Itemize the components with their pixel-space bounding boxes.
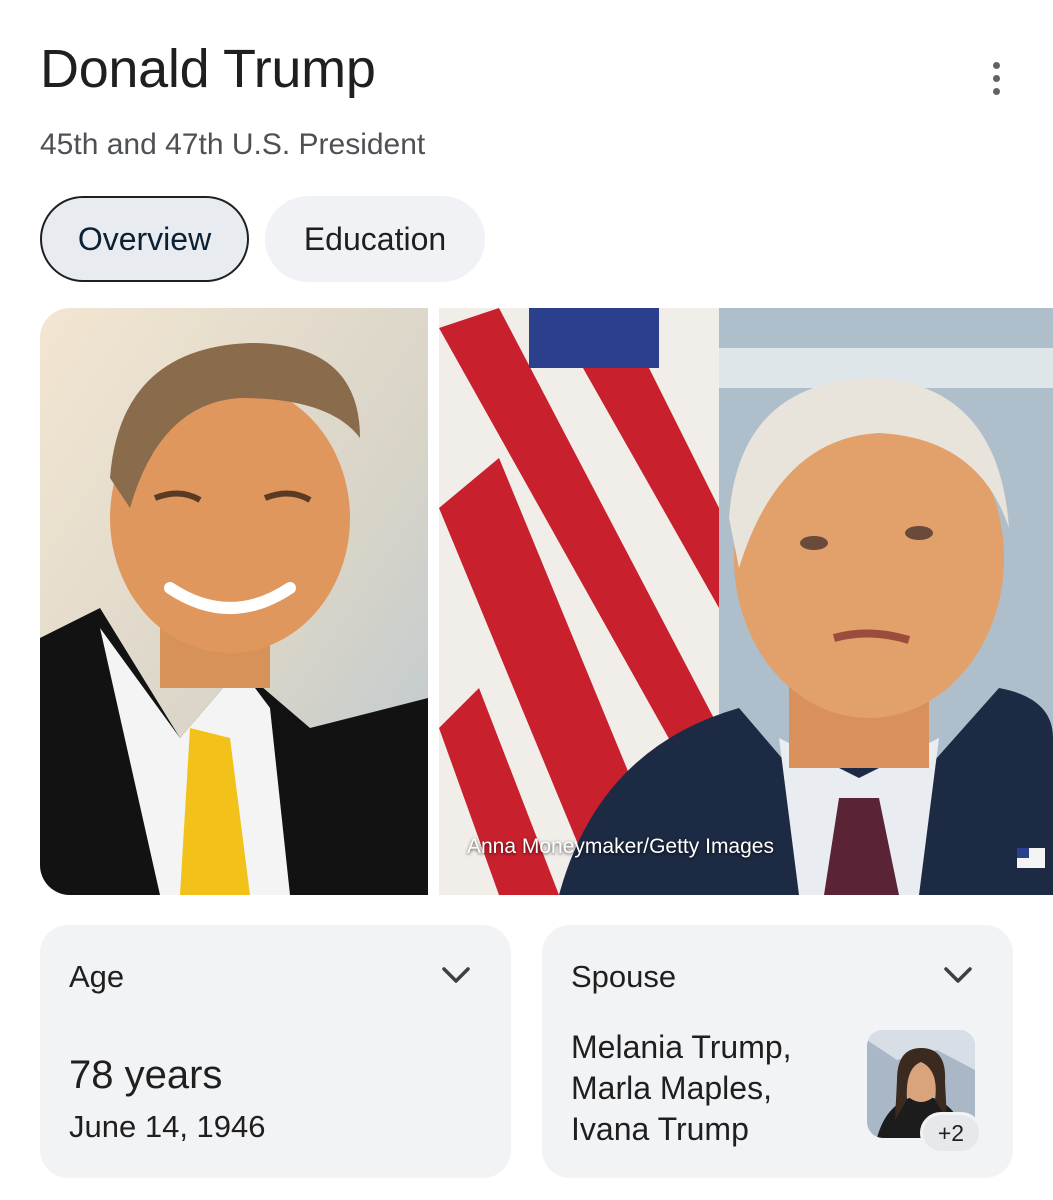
image-credit: Anna Moneymaker/Getty Images: [467, 835, 774, 858]
more-vertical-icon-dot: [992, 74, 1000, 82]
portrait-photo-1: [40, 308, 428, 895]
chevron-down-icon[interactable]: [943, 965, 973, 985]
more-vertical-icon: [992, 61, 1000, 69]
age-value: 78 years: [69, 1053, 223, 1097]
more-options-button[interactable]: [972, 54, 1020, 102]
tab-education[interactable]: Education: [265, 196, 485, 282]
age-label: Age: [69, 959, 125, 994]
age-card[interactable]: Age 78 years June 14, 1946: [40, 925, 511, 1178]
portrait-image-1[interactable]: [40, 308, 428, 895]
spouse-name[interactable]: Marla Maples,: [571, 1068, 792, 1109]
page-title: Donald Trump: [40, 39, 376, 99]
birth-date: June 14, 1946: [69, 1109, 266, 1144]
more-vertical-icon-dot: [992, 87, 1000, 95]
spouse-name[interactable]: Ivana Trump: [571, 1109, 792, 1150]
spouse-name[interactable]: Melania Trump,: [571, 1027, 792, 1068]
tab-overview[interactable]: Overview: [40, 196, 249, 282]
portrait-image-2[interactable]: Anna Moneymaker/Getty Images: [439, 308, 1053, 895]
page-subtitle: 45th and 47th U.S. President: [40, 128, 426, 161]
spouse-label: Spouse: [571, 959, 677, 994]
more-spouses-badge[interactable]: +2: [920, 1112, 982, 1154]
knowledge-panel: Donald Trump 45th and 47th U.S. Presiden…: [0, 0, 1053, 1200]
spouse-card[interactable]: Spouse Melania Trump, Marla Maples, Ivan…: [542, 925, 1013, 1178]
chevron-down-icon[interactable]: [441, 965, 471, 985]
portrait-photo-2: [439, 308, 1053, 895]
spouse-names: Melania Trump, Marla Maples, Ivana Trump: [571, 1027, 792, 1150]
